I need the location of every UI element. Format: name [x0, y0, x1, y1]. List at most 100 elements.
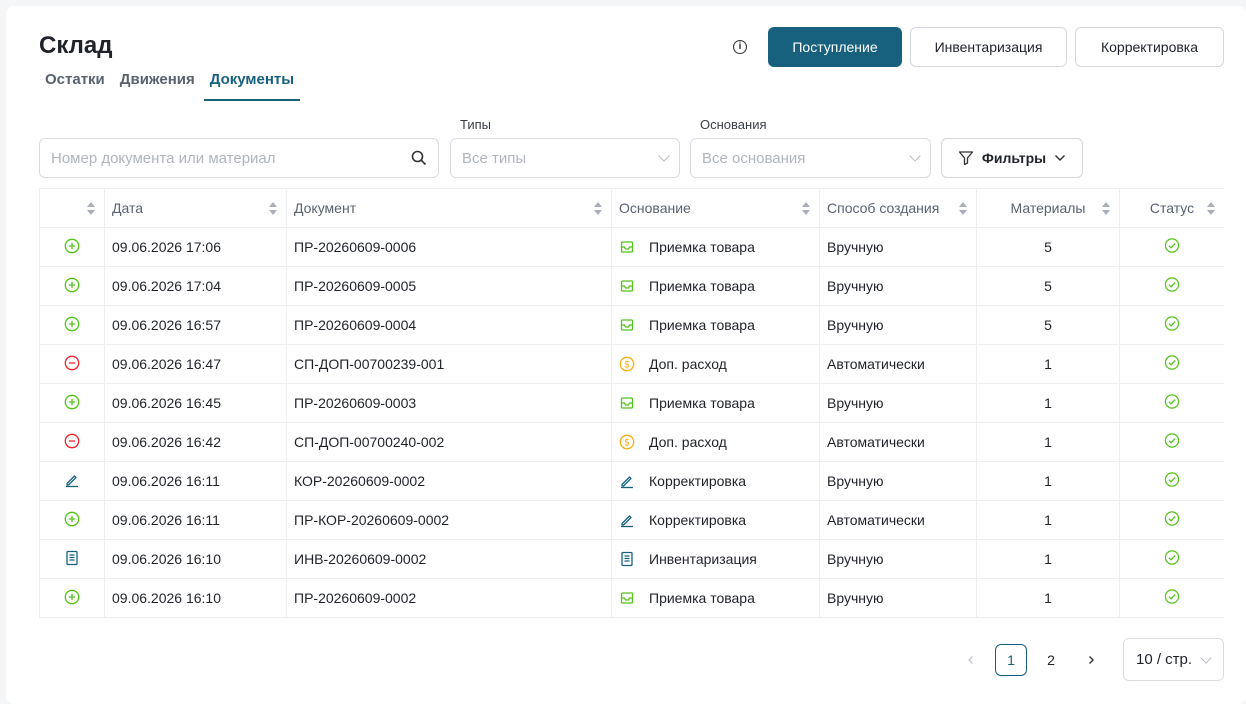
tab-movements[interactable]: Движения: [114, 70, 201, 102]
prev-page-button[interactable]: [955, 644, 987, 676]
tab-stock[interactable]: Остатки: [39, 70, 111, 102]
row-basis-cell: $ Доп. расход: [611, 422, 820, 462]
inventory-button[interactable]: Инвентаризация: [910, 27, 1067, 67]
row-basis-cell: Корректировка: [611, 461, 820, 501]
col-method[interactable]: Способ создания: [819, 188, 977, 228]
table-row[interactable]: 09.06.2026 17:04 ПР-20260609-0005 Приемк…: [39, 266, 1224, 306]
minus-circle-icon: [64, 355, 80, 371]
svg-text:$: $: [624, 438, 630, 449]
table-header-row: Дата Документ Основание Способ создания …: [39, 188, 1224, 228]
table-row[interactable]: 09.06.2026 16:57 ПР-20260609-0004 Приемк…: [39, 305, 1224, 345]
row-date: 09.06.2026 16:11: [104, 461, 287, 501]
row-document[interactable]: ПР-20260609-0006: [286, 227, 612, 267]
search-placeholder: Номер документа или материал: [51, 149, 276, 167]
check-circle-icon: [1164, 354, 1180, 370]
plus-circle-icon: [64, 394, 80, 410]
row-method: Вручную: [819, 383, 977, 423]
basis-select[interactable]: Все основания: [690, 138, 931, 178]
inventory-icon: [64, 550, 80, 566]
col-basis[interactable]: Основание: [611, 188, 820, 228]
row-method: Автоматически: [819, 500, 977, 540]
table-row[interactable]: 09.06.2026 16:10 ПР-20260609-0002 Приемк…: [39, 578, 1224, 618]
col-date[interactable]: Дата: [104, 188, 287, 228]
tab-documents[interactable]: Документы: [203, 70, 301, 102]
row-materials: 1: [976, 539, 1120, 579]
inventory-icon: [619, 551, 635, 567]
next-page-button[interactable]: [1075, 644, 1107, 676]
search-input[interactable]: Номер документа или материал: [39, 138, 439, 178]
row-basis: Доп. расход: [649, 434, 727, 450]
col-materials[interactable]: Материалы: [976, 188, 1120, 228]
col-status[interactable]: Статус: [1119, 188, 1224, 228]
chevron-down-icon: [909, 150, 921, 162]
sort-icon[interactable]: [87, 202, 95, 216]
row-kind-cell: [39, 500, 105, 540]
row-document[interactable]: ПР-КОР-20260609-0002: [286, 500, 612, 540]
plus-circle-icon: [64, 316, 80, 332]
row-kind-cell: [39, 227, 105, 267]
table-row[interactable]: 09.06.2026 16:45 ПР-20260609-0003 Приемк…: [39, 383, 1224, 423]
correction-button[interactable]: Корректировка: [1075, 27, 1224, 67]
row-kind-cell: [39, 461, 105, 501]
row-date: 09.06.2026 16:42: [104, 422, 287, 462]
row-kind-cell: [39, 422, 105, 462]
col-document[interactable]: Документ: [286, 188, 612, 228]
sort-icon[interactable]: [269, 202, 277, 216]
sort-icon[interactable]: [1102, 202, 1110, 216]
col-status-label: Статус: [1149, 200, 1195, 216]
row-document[interactable]: ИНВ-20260609-0002: [286, 539, 612, 579]
row-status-cell: [1119, 383, 1224, 423]
row-basis: Приемка товара: [649, 278, 755, 294]
row-document[interactable]: ПР-20260609-0005: [286, 266, 612, 306]
table-row[interactable]: 09.06.2026 16:10 ИНВ-20260609-0002 Инвен…: [39, 539, 1224, 579]
page-title: Склад: [39, 32, 113, 59]
info-icon[interactable]: i: [733, 40, 747, 54]
page-1-button[interactable]: 1: [995, 644, 1027, 676]
table-row[interactable]: 09.06.2026 16:11 КОР-20260609-0002 Корре…: [39, 461, 1224, 501]
row-basis-cell: Корректировка: [611, 500, 820, 540]
chevron-down-icon: [1200, 651, 1212, 664]
row-basis: Корректировка: [649, 473, 747, 489]
row-document[interactable]: СП-ДОП-00700239-001: [286, 344, 612, 384]
page-size-select[interactable]: 10 / стр.: [1123, 638, 1224, 681]
row-basis-cell: Приемка товара: [611, 578, 820, 618]
col-kind[interactable]: [39, 188, 105, 228]
row-kind-cell: [39, 539, 105, 579]
inbox-icon: [619, 317, 635, 333]
row-materials: 5: [976, 305, 1120, 345]
row-status-cell: [1119, 422, 1224, 462]
sort-icon[interactable]: [594, 202, 602, 216]
row-method: Автоматически: [819, 422, 977, 462]
page-2-button[interactable]: 2: [1035, 644, 1067, 676]
filters-button[interactable]: Фильтры: [941, 138, 1083, 178]
search-icon[interactable]: [411, 150, 427, 166]
row-document[interactable]: КОР-20260609-0002: [286, 461, 612, 501]
basis-label: Основания: [700, 117, 767, 132]
chevron-left-icon: [968, 656, 973, 664]
table-row[interactable]: 09.06.2026 17:06 ПР-20260609-0006 Приемк…: [39, 227, 1224, 267]
check-circle-icon: [1164, 510, 1180, 526]
table-row[interactable]: 09.06.2026 16:47 СП-ДОП-00700239-001 $ До…: [39, 344, 1224, 384]
table-row[interactable]: 09.06.2026 16:42 СП-ДОП-00700240-002 $ До…: [39, 422, 1224, 462]
row-materials: 1: [976, 422, 1120, 462]
row-document[interactable]: ПР-20260609-0002: [286, 578, 612, 618]
row-document[interactable]: СП-ДОП-00700240-002: [286, 422, 612, 462]
row-status-cell: [1119, 539, 1224, 579]
sort-icon[interactable]: [1207, 202, 1215, 216]
row-basis: Инвентаризация: [649, 551, 757, 567]
row-basis-cell: Приемка товара: [611, 305, 820, 345]
col-date-label: Дата: [112, 200, 144, 216]
row-basis-cell: Приемка товара: [611, 227, 820, 267]
check-circle-icon: [1164, 393, 1180, 409]
types-select[interactable]: Все типы: [450, 138, 680, 178]
row-document[interactable]: ПР-20260609-0003: [286, 383, 612, 423]
sort-icon[interactable]: [802, 202, 810, 216]
table-row[interactable]: 09.06.2026 16:11 ПР-КОР-20260609-0002 Ко…: [39, 500, 1224, 540]
types-placeholder: Все типы: [462, 149, 527, 167]
sort-icon[interactable]: [959, 202, 967, 216]
svg-text:$: $: [624, 360, 630, 371]
row-document[interactable]: ПР-20260609-0004: [286, 305, 612, 345]
check-circle-icon: [1164, 315, 1180, 331]
row-date: 09.06.2026 16:10: [104, 539, 287, 579]
receipt-button[interactable]: Поступление: [768, 27, 902, 67]
